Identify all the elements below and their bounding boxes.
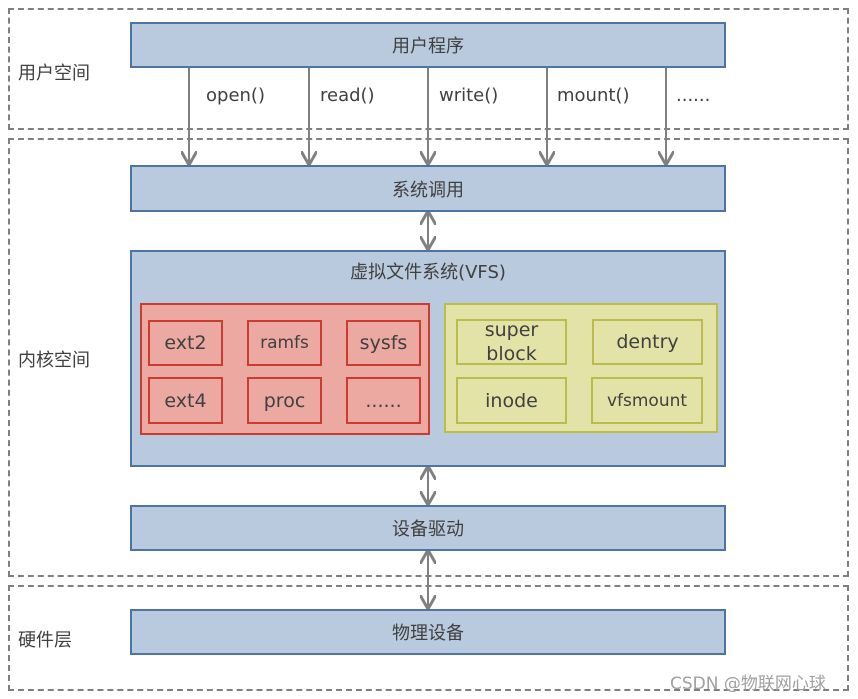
obj-dentry: dentry [592, 319, 703, 365]
vfs-title: 虚拟文件系统(VFS) [350, 262, 506, 283]
call-write: write() [439, 85, 499, 106]
fs-ext4: ext4 [148, 377, 223, 424]
fs-sysfs: sysfs [346, 320, 421, 366]
fs-proc: proc [247, 377, 322, 424]
obj-superblock: super block [456, 319, 567, 365]
call-open: open() [206, 85, 265, 106]
user-program-box: 用户程序 [130, 22, 726, 68]
fs-other: ...... [346, 377, 421, 424]
syscall-box: 系统调用 [130, 165, 726, 212]
call-mount: mount() [557, 85, 630, 106]
fs-ramfs: ramfs [247, 320, 322, 366]
vfs-architecture-diagram: 用户空间 内核空间 硬件层 用户程序 open() read() write()… [0, 0, 858, 699]
obj-vfsmount: vfsmount [591, 377, 703, 424]
fs-ext2: ext2 [148, 320, 223, 366]
watermark: CSDN @物联网心球 [670, 674, 826, 694]
device-box: 物理设备 [130, 609, 726, 655]
obj-inode: inode [456, 377, 567, 424]
driver-box: 设备驱动 [130, 505, 726, 551]
call-read: read() [320, 85, 375, 106]
call-other: ...... [676, 85, 711, 106]
